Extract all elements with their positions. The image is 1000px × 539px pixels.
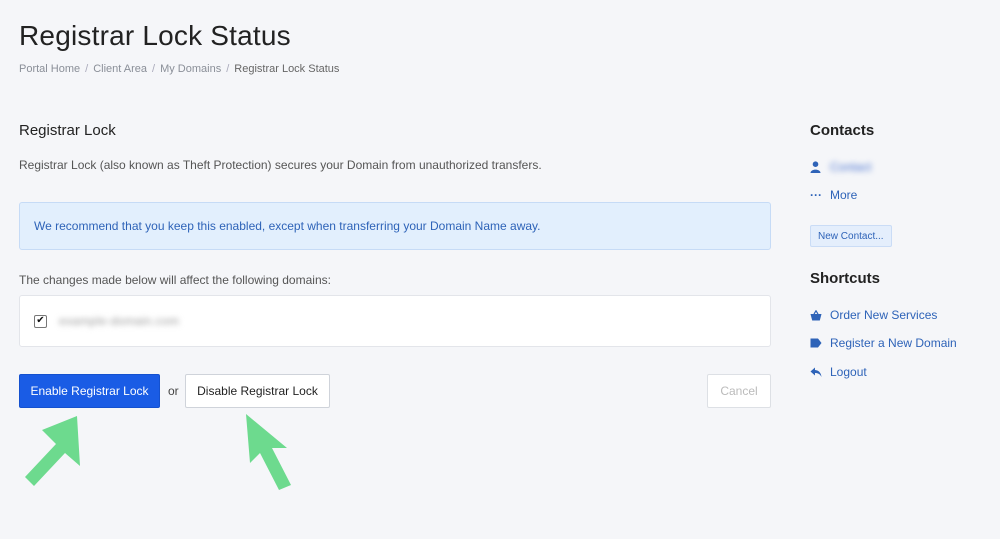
arrow-icon (246, 414, 291, 490)
breadcrumb-portal-home[interactable]: Portal Home (19, 63, 80, 75)
breadcrumb-current: Registrar Lock Status (234, 63, 340, 75)
breadcrumb-separator: / (85, 63, 89, 75)
shortcuts-heading: Shortcuts (810, 270, 881, 287)
disable-registrar-lock-button[interactable]: Disable Registrar Lock (185, 374, 330, 408)
shortcut-label: Logout (830, 365, 867, 379)
main-content: Registrar Lock Registrar Lock (also know… (19, 122, 771, 408)
breadcrumb-separator: / (152, 63, 156, 75)
shortcut-label: Register a New Domain (830, 336, 957, 350)
contact-item[interactable]: Contact (810, 160, 871, 174)
page-title: Registrar Lock Status (19, 20, 291, 51)
info-alert: We recommend that you keep this enabled,… (19, 202, 771, 250)
user-icon (810, 161, 830, 173)
new-contact-label: New Contact... (818, 230, 884, 242)
ellipsis-icon: ··· (810, 188, 822, 202)
sidebar: Contacts Contact ··· More New Contact...… (810, 122, 990, 379)
description-text: Registrar Lock (also known as Theft Prot… (19, 158, 542, 172)
tag-icon (810, 338, 830, 348)
shortcut-order-new-services[interactable]: Order New Services (810, 308, 937, 322)
breadcrumb-separator: / (226, 63, 230, 75)
breadcrumb-my-domains[interactable]: My Domains (160, 63, 221, 75)
affect-domains-label: The changes made below will affect the f… (19, 273, 331, 287)
shortcut-label: Order New Services (830, 308, 938, 322)
domain-checkbox[interactable]: ✔ (34, 314, 47, 328)
contacts-heading: Contacts (810, 122, 875, 139)
shortcut-register-domain[interactable]: Register a New Domain (810, 336, 957, 350)
enable-registrar-lock-button[interactable]: Enable Registrar Lock (19, 374, 160, 408)
back-arrow-icon (810, 367, 830, 378)
more-contacts-link[interactable]: ··· More (810, 188, 857, 202)
section-title: Registrar Lock (19, 122, 116, 139)
shortcut-logout[interactable]: Logout (810, 365, 867, 379)
arrow-icon (25, 416, 80, 486)
alert-text: We recommend that you keep this enabled,… (34, 219, 541, 233)
or-text: or (168, 384, 179, 398)
more-label: More (830, 188, 858, 202)
basket-icon (810, 309, 830, 321)
action-buttons: Enable Registrar Lock or Disable Registr… (19, 374, 771, 408)
breadcrumb-client-area[interactable]: Client Area (93, 63, 147, 75)
domain-list: ✔ example-domain.com (19, 295, 771, 347)
check-icon: ✔ (36, 315, 45, 326)
breadcrumb: Portal Home / Client Area / My Domains /… (19, 63, 339, 75)
contact-name: Contact (830, 160, 872, 174)
new-contact-button[interactable]: New Contact... (810, 225, 892, 247)
cancel-button[interactable]: Cancel (707, 374, 771, 408)
domain-name: example-domain.com (59, 314, 180, 328)
